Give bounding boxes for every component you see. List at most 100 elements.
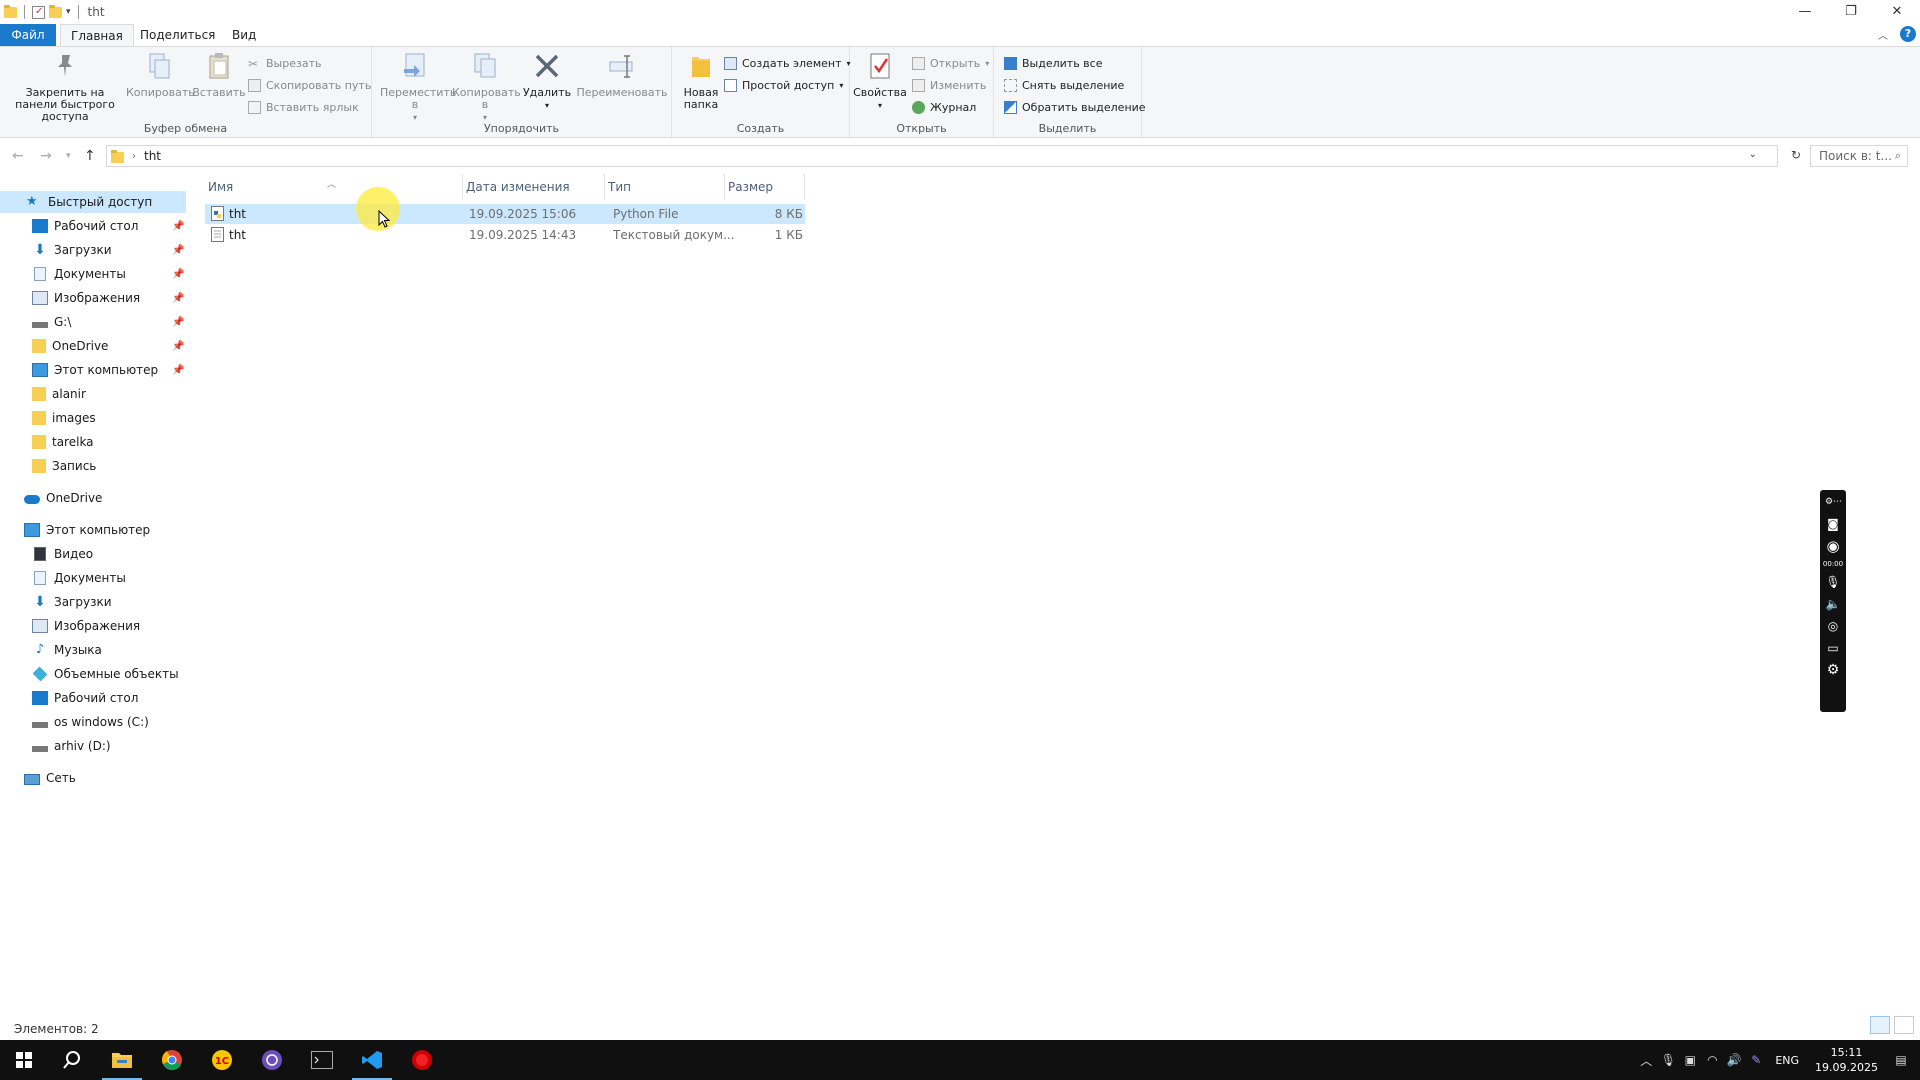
column-header-type[interactable]: Тип xyxy=(605,174,725,200)
sidebar-item-quick-access[interactable]: ★ Быстрый доступ xyxy=(0,191,186,213)
details-view-icon[interactable] xyxy=(1870,1016,1890,1034)
sidebar-item-documents[interactable]: Документы 📌 xyxy=(0,263,186,285)
easy-access-button[interactable]: Простой доступ ▾ xyxy=(724,76,843,94)
purple-app-icon[interactable] xyxy=(248,1040,296,1080)
delete-button[interactable]: Удалить ▾ xyxy=(522,51,572,112)
new-folder-button[interactable]: Новая папка xyxy=(676,51,726,111)
pin-icon[interactable]: 📌 xyxy=(172,365,184,376)
sidebar-item-pc-documents[interactable]: Документы xyxy=(0,567,186,589)
large-icons-view-icon[interactable] xyxy=(1894,1016,1914,1034)
edit-button[interactable]: Изменить xyxy=(912,76,986,94)
copy-button[interactable]: Копировать xyxy=(126,51,195,99)
sidebar-item-onedrive-folder[interactable]: OneDrive 📌 xyxy=(0,335,186,357)
screen-recorder-taskbar-icon[interactable] xyxy=(398,1040,446,1080)
sidebar-item-drive-c[interactable]: os windows (C:) xyxy=(0,711,186,733)
pin-icon[interactable]: 📌 xyxy=(172,245,184,256)
pin-icon[interactable]: 📌 xyxy=(172,269,184,280)
paste-shortcut-button[interactable]: Вставить ярлык xyxy=(248,98,359,116)
properties-qat-icon[interactable]: ✓ xyxy=(32,5,45,19)
recent-locations-chevron-icon[interactable]: ▾ xyxy=(66,151,71,161)
history-button[interactable]: Журнал xyxy=(912,98,976,116)
webcam-icon[interactable]: ◎ xyxy=(1825,618,1841,634)
1c-app-icon[interactable]: 1C xyxy=(198,1040,246,1080)
paste-button[interactable]: Вставить xyxy=(192,51,246,99)
select-none-button[interactable]: Снять выделение xyxy=(1004,76,1124,94)
sidebar-item-3d-objects[interactable]: Объемные объекты xyxy=(0,663,186,685)
tab-share[interactable]: Поделиться xyxy=(130,24,225,46)
microphone-icon[interactable]: 🎙 xyxy=(1657,1053,1679,1067)
sidebar-item-this-pc-pinned[interactable]: Этот компьютер 📌 xyxy=(0,359,186,381)
settings-gear-icon[interactable]: ⚙ xyxy=(1825,662,1841,678)
tab-view[interactable]: Вид xyxy=(222,24,266,46)
window-icon[interactable]: ▭ xyxy=(1825,640,1841,656)
sidebar-item-tarelka[interactable]: tarelka xyxy=(0,431,186,453)
sidebar-item-this-pc[interactable]: Этот компьютер xyxy=(0,519,186,541)
sidebar-item-drive-d[interactable]: arhiv (D:) xyxy=(0,735,186,757)
clock[interactable]: 15:11 19.09.2025 xyxy=(1815,1045,1878,1075)
column-header-date[interactable]: Дата изменения xyxy=(463,174,605,200)
pin-icon[interactable]: 📌 xyxy=(172,221,184,232)
search-icon[interactable] xyxy=(48,1040,96,1080)
address-dropdown-icon[interactable]: ⌄ xyxy=(1749,149,1757,160)
recorder-menu-icon[interactable]: ⚙⋯ xyxy=(1825,494,1842,510)
invert-selection-button[interactable]: Обратить выделение xyxy=(1004,98,1146,116)
minimize-button[interactable]: — xyxy=(1782,0,1828,22)
help-icon[interactable]: ? xyxy=(1900,26,1916,42)
copy-path-button[interactable]: Скопировать путь xyxy=(248,76,371,94)
sidebar-item-video[interactable]: Видео xyxy=(0,543,186,565)
table-row[interactable]: tht 19.09.2025 15:06 Python File 8 КБ xyxy=(205,204,805,224)
forward-arrow-icon[interactable]: → xyxy=(40,148,52,164)
pin-icon[interactable]: 📌 xyxy=(172,341,184,352)
column-header-name[interactable]: Имя ︿ xyxy=(205,174,463,200)
device-icon[interactable]: ▣ xyxy=(1679,1053,1701,1067)
restore-button[interactable]: ❐ xyxy=(1828,0,1874,22)
sidebar-item-zapis[interactable]: Запись xyxy=(0,455,186,477)
volume-icon[interactable]: 🔊 xyxy=(1723,1053,1745,1067)
move-to-button[interactable]: Переместить в ▾ xyxy=(380,51,456,124)
show-hidden-icons-chevron-icon[interactable]: ︿ xyxy=(1635,1052,1657,1069)
camera-icon[interactable]: ◙ xyxy=(1825,516,1841,532)
windows-start-icon[interactable] xyxy=(0,1040,48,1080)
sidebar-item-pc-desktop[interactable]: Рабочий стол xyxy=(0,687,186,709)
pen-icon[interactable]: ✎ xyxy=(1745,1053,1767,1067)
up-arrow-icon[interactable]: ↑ xyxy=(84,148,96,164)
cut-button[interactable]: ✂ Вырезать xyxy=(248,54,321,72)
rename-button[interactable]: Переименовать xyxy=(576,51,668,99)
sidebar-item-music[interactable]: ♪ Музыка xyxy=(0,639,186,661)
properties-button[interactable]: Свойства ▾ xyxy=(852,51,908,112)
sidebar-item-images[interactable]: images xyxy=(0,407,186,429)
back-arrow-icon[interactable]: ← xyxy=(12,148,24,164)
new-folder-qat-icon[interactable] xyxy=(49,4,62,18)
file-explorer-taskbar-icon[interactable] xyxy=(98,1040,146,1080)
pin-quick-access-button[interactable]: Закрепить на панели быстрого доступа xyxy=(6,51,124,123)
copy-to-button[interactable]: Копировать в ▾ xyxy=(452,51,521,124)
new-item-button[interactable]: Создать элемент ▾ xyxy=(724,54,851,72)
sidebar-item-downloads[interactable]: ⬇ Загрузки 📌 xyxy=(0,239,186,261)
input-language[interactable]: ENG xyxy=(1775,1054,1799,1067)
sidebar-item-network[interactable]: Сеть xyxy=(0,767,186,789)
pin-icon[interactable]: 📌 xyxy=(172,293,184,304)
sidebar-item-alanir[interactable]: alanir xyxy=(0,383,186,405)
address-bar[interactable]: › tht ⌄ ↻ xyxy=(106,145,1801,167)
sidebar-item-desktop[interactable]: Рабочий стол 📌 xyxy=(0,215,186,237)
search-input[interactable]: Поиск в: t... ⌕ xyxy=(1810,145,1908,167)
record-icon[interactable]: ◉ xyxy=(1825,538,1841,554)
table-row[interactable]: tht 19.09.2025 14:43 Текстовый докум... … xyxy=(205,225,805,245)
breadcrumb[interactable]: tht xyxy=(144,149,161,163)
terminal-icon[interactable] xyxy=(298,1040,346,1080)
sidebar-item-pictures[interactable]: Изображения 📌 xyxy=(0,287,186,309)
qat-dropdown-icon[interactable]: ▾ xyxy=(66,7,71,17)
chrome-icon[interactable] xyxy=(148,1040,196,1080)
notifications-icon[interactable]: ▤ xyxy=(1890,1053,1912,1067)
sidebar-item-pc-downloads[interactable]: ⬇ Загрузки xyxy=(0,591,186,613)
tab-file[interactable]: Файл xyxy=(0,24,56,46)
collapse-ribbon-icon[interactable]: ︿ xyxy=(1878,27,1888,42)
microphone-icon[interactable]: 🎙 xyxy=(1825,574,1841,590)
column-header-size[interactable]: Размер xyxy=(725,174,805,200)
refresh-icon[interactable]: ↻ xyxy=(1791,148,1801,162)
wifi-icon[interactable]: ◠ xyxy=(1701,1053,1723,1067)
vs-code-icon[interactable] xyxy=(348,1040,396,1080)
pin-icon[interactable]: 📌 xyxy=(172,317,184,328)
tab-home[interactable]: Главная xyxy=(60,24,134,47)
open-button[interactable]: Открыть ▾ xyxy=(912,54,989,72)
